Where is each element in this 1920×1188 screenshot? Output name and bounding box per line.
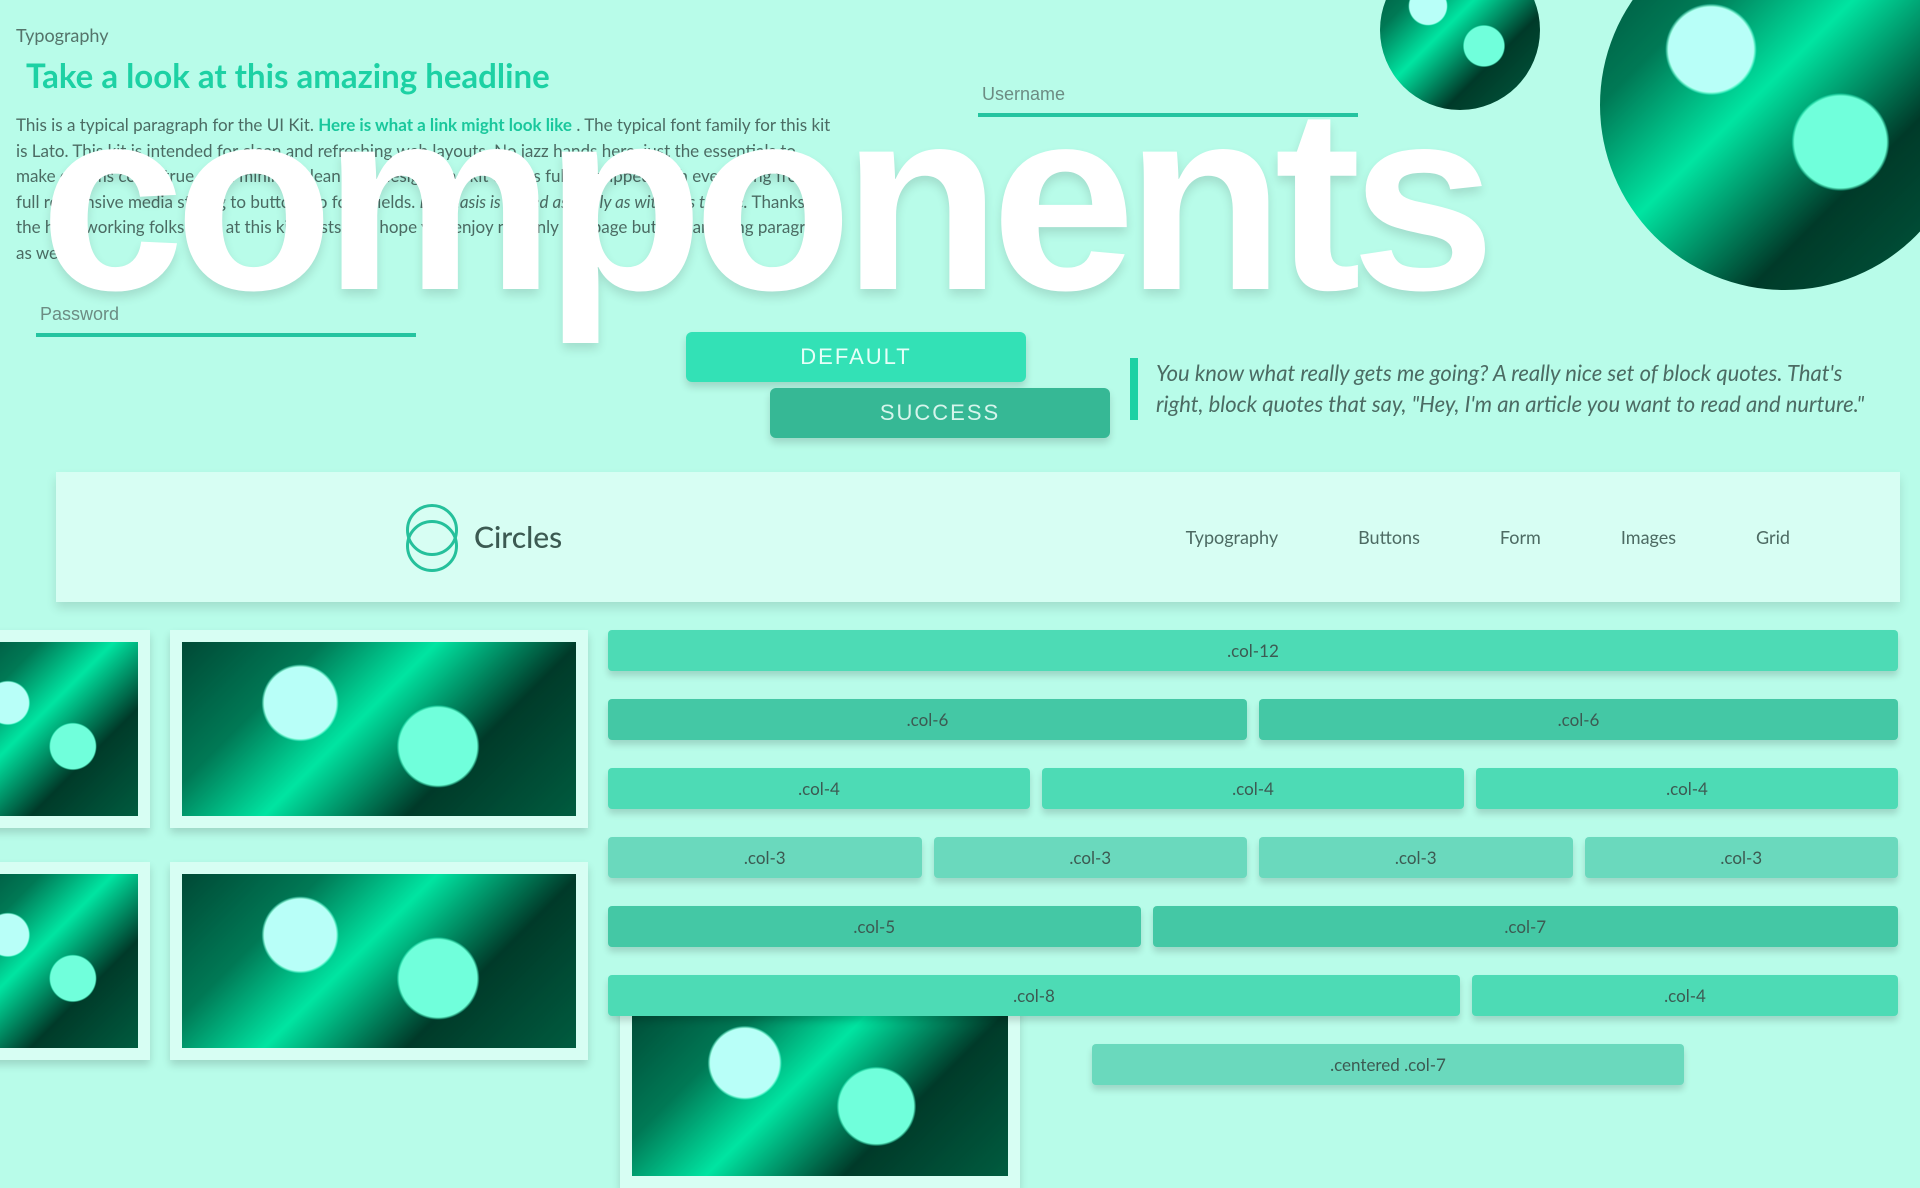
grid-col-3: .col-3 (1259, 837, 1573, 878)
intro-paragraph: This is a typical paragraph for the UI K… (16, 112, 836, 265)
default-button[interactable]: DEFAULT (686, 332, 1026, 382)
grid-col-6: .col-6 (608, 699, 1247, 740)
grid-col-5: .col-5 (608, 906, 1141, 947)
grid-col-4: .col-4 (1476, 768, 1898, 809)
image-thumbnail[interactable] (0, 630, 150, 828)
grid-row: .col-4 .col-4 .col-4 (608, 768, 1898, 809)
inline-link[interactable]: Here is what a link might look like (318, 114, 572, 135)
circles-icon (406, 504, 456, 570)
image-thumbnail[interactable] (170, 630, 588, 828)
grid-row: .col-5 .col-7 (608, 906, 1898, 947)
paragraph-text: This is a typical paragraph for the UI K… (16, 114, 318, 135)
grid-col-8: .col-8 (608, 975, 1460, 1016)
nav-buttons[interactable]: Buttons (1358, 526, 1420, 548)
success-button[interactable]: SUCCESS (770, 388, 1110, 438)
navbar: Circles Typography Buttons Form Images G… (56, 472, 1900, 602)
grid-row: .col-6 .col-6 (608, 699, 1898, 740)
grid-col-3: .col-3 (1585, 837, 1899, 878)
grid-row: .col-3 .col-3 .col-3 .col-3 (608, 837, 1898, 878)
nav-images[interactable]: Images (1621, 526, 1676, 548)
nav-grid[interactable]: Grid (1756, 526, 1790, 548)
grid-col-6: .col-6 (1259, 699, 1898, 740)
brand-logo[interactable]: Circles (406, 504, 562, 570)
section-label-typography: Typography (16, 24, 109, 46)
grid-col-centered-7: .centered .col-7 (1092, 1044, 1684, 1085)
grid-demo: .col-12 .col-6 .col-6 .col-4 .col-4 .col… (608, 630, 1898, 1113)
password-field[interactable] (36, 298, 416, 337)
grid-col-12: .col-12 (608, 630, 1898, 671)
avatar-large (1600, 0, 1920, 290)
grid-col-4: .col-4 (1042, 768, 1464, 809)
paragraph-emphasis: Emphasis is added as easily as with this… (420, 191, 748, 212)
grid-col-3: .col-3 (608, 837, 922, 878)
grid-col-3: .col-3 (934, 837, 1248, 878)
grid-row-centered: .centered .col-7 (878, 1044, 1898, 1085)
blockquote: You know what really gets me going? A re… (1130, 358, 1870, 420)
nav-form[interactable]: Form (1500, 526, 1541, 548)
grid-col-7: .col-7 (1153, 906, 1899, 947)
brand-name: Circles (474, 519, 562, 555)
image-thumbnail[interactable] (170, 862, 588, 1060)
grid-col-4: .col-4 (608, 768, 1030, 809)
username-field[interactable] (978, 78, 1358, 117)
page-headline: Take a look at this amazing headline (26, 56, 550, 96)
grid-row: .col-8 .col-4 (608, 975, 1898, 1016)
grid-row: .col-12 (608, 630, 1898, 671)
avatar-small (1380, 0, 1540, 110)
nav-typography[interactable]: Typography (1186, 526, 1279, 548)
nav-links: Typography Buttons Form Images Grid (1186, 526, 1790, 548)
image-thumbnail[interactable] (0, 862, 150, 1060)
grid-col-4: .col-4 (1472, 975, 1898, 1016)
